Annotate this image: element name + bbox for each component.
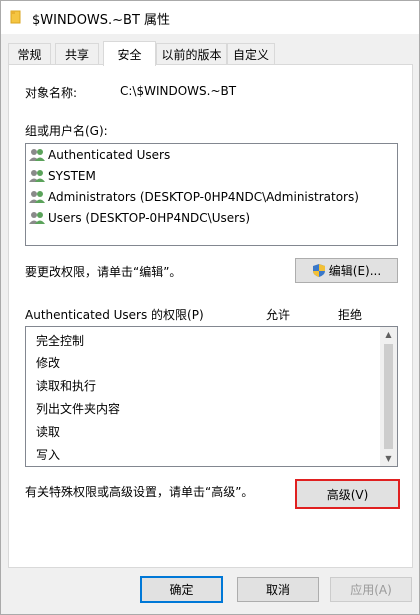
list-item[interactable]: Administrators (DESKTOP-0HP4NDC\Administ… (29, 187, 359, 207)
tab-strip: 常规 共享 安全 以前的版本 自定义 (1, 41, 419, 66)
list-item-label: Administrators (DESKTOP-0HP4NDC\Administ… (48, 190, 359, 204)
list-item[interactable]: SYSTEM (29, 166, 96, 186)
shield-icon (312, 264, 325, 277)
scroll-down-icon[interactable]: ▼ (380, 454, 397, 463)
permissions-title: Authenticated Users 的权限(P) (25, 308, 204, 322)
tab-customize[interactable]: 自定义 (227, 43, 275, 65)
list-item[interactable]: Authenticated Users (29, 145, 170, 165)
tab-label: 共享 (64, 48, 89, 62)
users-group-icon (29, 191, 45, 203)
list-item: 读取和执行 (36, 374, 96, 396)
advanced-hint: 有关特殊权限或高级设置，请单击“高级”。 (25, 485, 254, 499)
advanced-button[interactable]: 高级(V) (295, 479, 400, 509)
tab-security[interactable]: 安全 (103, 41, 156, 66)
allow-column-header: 允许 (266, 308, 291, 322)
deny-column-header: 拒绝 (338, 308, 363, 322)
permission-label: 完全控制 (36, 333, 85, 348)
list-item: 读取 (36, 420, 60, 442)
ok-button[interactable]: 确定 (140, 576, 223, 603)
apply-button: 应用(A) (330, 577, 412, 602)
group-user-names-label: 组或用户名(G): (25, 124, 108, 138)
list-item-label: Authenticated Users (48, 148, 171, 162)
permission-label: 列出文件夹内容 (36, 401, 121, 416)
tab-label: 自定义 (232, 48, 269, 62)
apply-button-label: 应用(A) (350, 583, 392, 597)
folder-icon (10, 10, 21, 24)
list-item: 列出文件夹内容 (36, 397, 120, 419)
tab-general[interactable]: 常规 (8, 43, 51, 65)
tab-label: 常规 (17, 48, 42, 62)
object-name-label: 对象名称: (25, 86, 78, 100)
users-group-icon (29, 149, 45, 161)
ok-button-label: 确定 (169, 583, 194, 597)
cancel-button[interactable]: 取消 (237, 577, 319, 602)
security-panel: 对象名称: C:\$WINDOWS.~BT 组或用户名(G): Authenti… (8, 64, 413, 568)
tab-label: 安全 (117, 47, 142, 62)
title-bar[interactable]: $WINDOWS.~BT 属性 (1, 1, 419, 34)
list-item: 完全控制 (36, 329, 84, 351)
permission-label: 读取和执行 (36, 378, 97, 393)
scroll-thumb[interactable] (384, 344, 393, 449)
edit-button-label: 编辑(E)... (328, 264, 382, 278)
edit-hint: 要更改权限，请单击“编辑”。 (25, 265, 182, 279)
permission-label: 写入 (36, 447, 61, 462)
advanced-button-label: 高级(V) (326, 487, 369, 502)
tab-previous-versions[interactable]: 以前的版本 (156, 43, 227, 65)
permission-label: 读取 (36, 424, 61, 439)
window-title: $WINDOWS.~BT 属性 (32, 13, 171, 28)
list-item: 写入 (36, 443, 60, 465)
object-name-value: C:\$WINDOWS.~BT (120, 84, 237, 98)
list-item: 修改 (36, 351, 60, 373)
users-group-icon (29, 212, 45, 224)
cancel-button-label: 取消 (265, 583, 290, 597)
list-item-label: SYSTEM (48, 169, 96, 183)
scroll-up-icon[interactable]: ▲ (380, 330, 397, 339)
permissions-scrollbar[interactable]: ▲ ▼ (380, 327, 397, 466)
tab-sharing[interactable]: 共享 (55, 43, 99, 65)
properties-window: $WINDOWS.~BT 属性 常规 共享 安全 以前的版本 自定义 对象名称:… (0, 0, 420, 615)
edit-button[interactable]: 编辑(E)... (295, 258, 398, 283)
group-user-list[interactable]: Authenticated Users SYSTEM Administrator… (25, 143, 398, 246)
users-group-icon (29, 170, 45, 182)
list-item[interactable]: Users (DESKTOP-0HP4NDC\Users) (29, 208, 250, 228)
tab-label: 以前的版本 (161, 48, 222, 62)
permission-label: 修改 (36, 355, 61, 370)
list-item-label: Users (DESKTOP-0HP4NDC\Users) (48, 211, 251, 225)
permissions-list[interactable]: 完全控制 修改 读取和执行 列出文件夹内容 读取 写入 ▲ ▼ (25, 326, 398, 467)
